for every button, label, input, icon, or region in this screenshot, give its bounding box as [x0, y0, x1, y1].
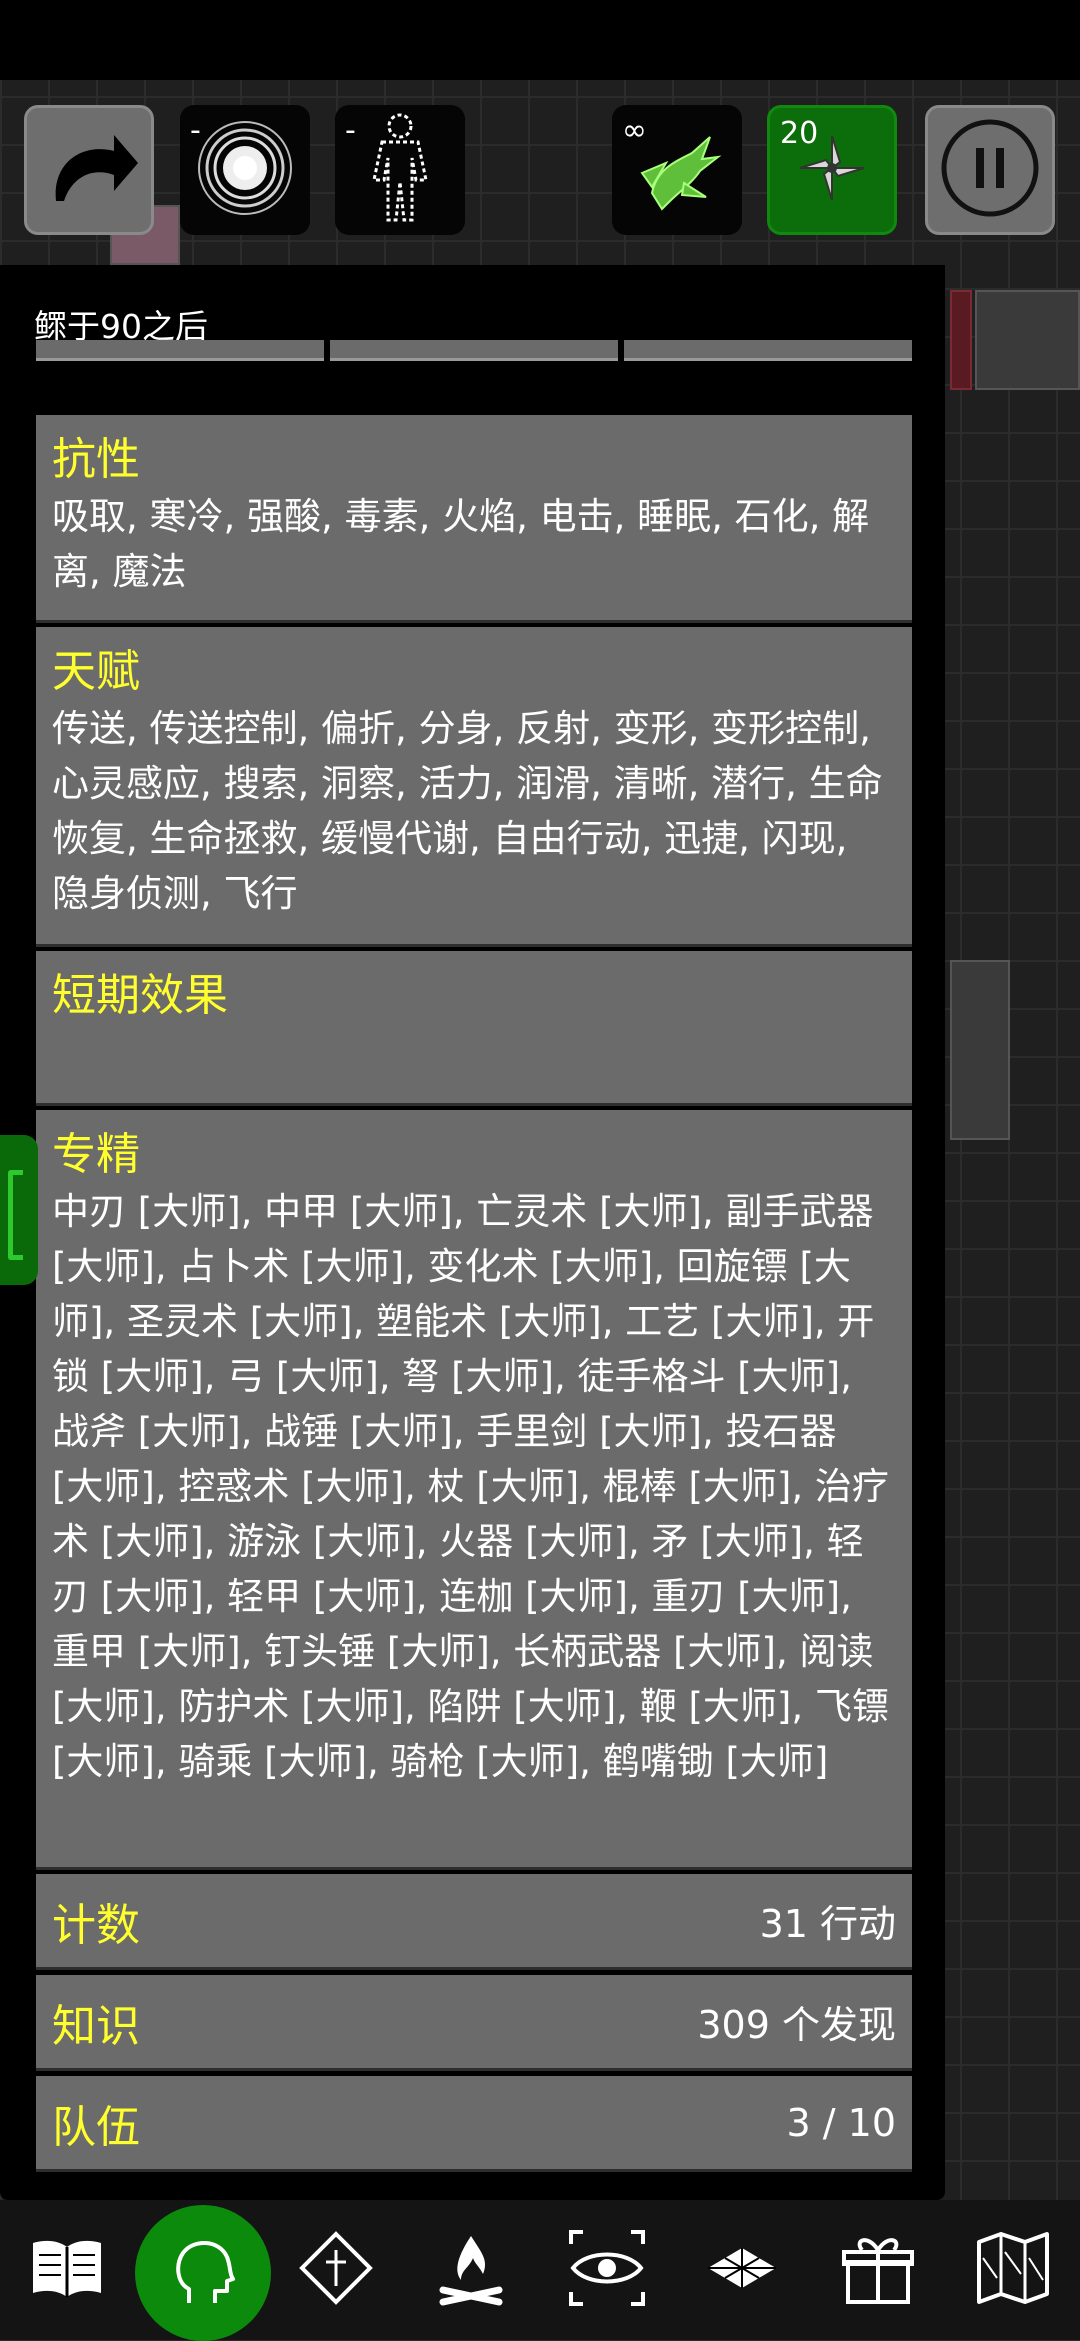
throw-shuriken-button[interactable]: 20 — [767, 105, 897, 235]
stat-cell-partial — [330, 340, 618, 361]
count-row: 计数 31 行动 — [36, 1874, 912, 1970]
dungeon-tile — [950, 290, 972, 390]
redo-button[interactable] — [24, 105, 154, 235]
body-outline-icon — [350, 108, 450, 232]
spell-vortex-button[interactable]: - — [180, 105, 310, 235]
party-value: 3 / 10 — [786, 2100, 897, 2145]
mastery-heading: 专精 — [52, 1129, 140, 1180]
vortex-icon — [190, 113, 300, 227]
inventory-button[interactable] — [823, 2215, 933, 2325]
journal-button[interactable] — [12, 2215, 122, 2325]
pause-button[interactable] — [925, 105, 1055, 235]
redo-arrow-icon — [34, 113, 144, 227]
talents-section: 天赋 传送, 传送控制, 偏折, 分身, 反射, 变形, 变形控制, 心灵感应,… — [36, 627, 912, 947]
count-value: 31 行动 — [759, 1902, 896, 1946]
pause-icon — [938, 116, 1042, 224]
mastery-text: 中刃 [大师], 中甲 [大师], 亡灵术 [大师], 副手武器 [大师], 占… — [52, 1190, 889, 1783]
look-button[interactable] — [552, 2215, 662, 2325]
body-count: - — [345, 113, 356, 148]
dungeon-wall — [975, 290, 1080, 390]
rest-button[interactable] — [416, 2215, 526, 2325]
altar-icon — [296, 2228, 376, 2312]
eye-target-icon — [567, 2228, 647, 2312]
status-bar-area — [0, 0, 1080, 80]
resistances-text: 吸取, 寒冷, 强酸, 毒素, 火焰, 电击, 睡眠, 石化, 解离, 魔法 — [52, 495, 870, 593]
short-effects-section: 短期效果 — [36, 951, 912, 1106]
talents-heading: 天赋 — [52, 646, 140, 697]
campfire-icon — [431, 2228, 511, 2312]
stat-cell-partial — [624, 340, 912, 361]
side-drawer-tab[interactable] — [0, 1135, 38, 1285]
talents-text: 传送, 传送控制, 偏折, 分身, 反射, 变形, 变形控制, 心灵感应, 搜索… — [52, 707, 883, 915]
shuriken-count: 20 — [780, 116, 819, 151]
resistances-section: 抗性 吸取, 寒冷, 强酸, 毒素, 火焰, 电击, 睡眠, 石化, 解离, 魔… — [36, 415, 912, 623]
body-equipment-button[interactable]: - — [335, 105, 465, 235]
dungeon-wall — [950, 960, 1010, 1140]
gift-icon — [838, 2228, 918, 2312]
book-icon — [27, 2233, 107, 2307]
mastery-section: 专精 中刃 [大师], 中甲 [大师], 亡灵术 [大师], 副手武器 [大师]… — [36, 1110, 912, 1870]
party-label: 队伍 — [52, 2101, 140, 2153]
map-layers-icon — [702, 2238, 782, 2302]
character-button[interactable] — [135, 2205, 271, 2341]
summon-ally-button[interactable]: ∞ — [612, 105, 742, 235]
party-row: 队伍 3 / 10 — [36, 2076, 912, 2172]
resistances-heading: 抗性 — [52, 434, 140, 485]
knowledge-value: 309 个发现 — [697, 2003, 896, 2047]
map-button[interactable] — [958, 2215, 1068, 2325]
head-icon — [163, 2231, 243, 2315]
ally-count: ∞ — [622, 113, 647, 148]
knowledge-row: 知识 309 个发现 — [36, 1975, 912, 2071]
short-effects-heading: 短期效果 — [52, 970, 228, 1021]
stat-cell-partial — [36, 340, 324, 361]
spell-count: - — [190, 113, 201, 148]
knowledge-label: 知识 — [52, 2000, 140, 2052]
map-icon — [973, 2228, 1053, 2312]
count-label: 计数 — [52, 1899, 140, 1951]
layers-button[interactable] — [687, 2215, 797, 2325]
altar-button[interactable] — [281, 2215, 391, 2325]
